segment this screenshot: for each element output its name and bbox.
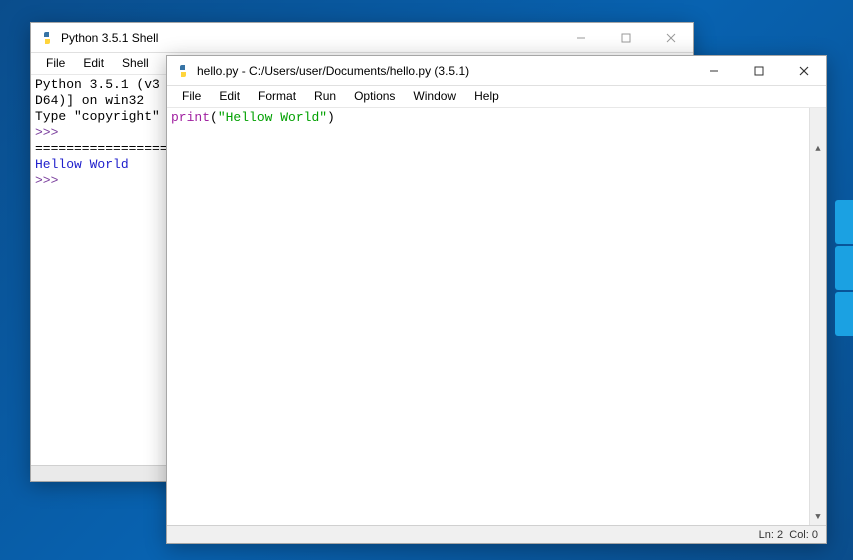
menu-file[interactable]: File: [173, 86, 210, 107]
shell-title-text: Python 3.5.1 Shell: [61, 31, 558, 45]
menu-edit[interactable]: Edit: [74, 53, 113, 74]
taskbar-edge: [835, 200, 853, 560]
shell-prompt: >>>: [35, 173, 66, 188]
python-icon: [175, 63, 191, 79]
status-ln-value: 2: [777, 529, 783, 541]
menu-options[interactable]: Options: [345, 86, 404, 107]
code-str: "Hellow World": [218, 110, 327, 125]
menu-file[interactable]: File: [37, 53, 74, 74]
menu-edit[interactable]: Edit: [210, 86, 249, 107]
scroll-up-icon[interactable]: ▲: [810, 140, 826, 157]
menu-help[interactable]: Help: [465, 86, 508, 107]
minimize-button[interactable]: [558, 23, 603, 52]
maximize-button[interactable]: [603, 23, 648, 52]
editor-titlebar[interactable]: hello.py - C:/Users/user/Documents/hello…: [167, 56, 826, 86]
shell-banner-line2: D64)] on win32: [35, 93, 144, 108]
code-paren-open: (: [210, 110, 218, 125]
shell-banner-line3: Type "copyright": [35, 109, 160, 124]
close-button[interactable]: [648, 23, 693, 52]
editor-menubar: File Edit Format Run Options Window Help: [167, 86, 826, 108]
shell-banner-line1: Python 3.5.1 (v3: [35, 77, 160, 92]
minimize-button[interactable]: [691, 56, 736, 85]
menu-format[interactable]: Format: [249, 86, 305, 107]
menu-shell[interactable]: Shell: [113, 53, 158, 74]
code-paren-close: ): [327, 110, 335, 125]
taskbar-tile[interactable]: [835, 246, 853, 290]
taskbar-tile[interactable]: [835, 292, 853, 336]
status-col-label: Col:: [789, 529, 809, 541]
scroll-down-icon[interactable]: ▼: [810, 508, 826, 525]
menu-window[interactable]: Window: [404, 86, 465, 107]
status-col-value: 0: [812, 529, 818, 541]
taskbar-tile[interactable]: [835, 200, 853, 244]
editor-window: hello.py - C:/Users/user/Documents/hello…: [166, 55, 827, 544]
close-button[interactable]: [781, 56, 826, 85]
code-fn: print: [171, 110, 210, 125]
status-ln-label: Ln:: [759, 529, 774, 541]
menu-run[interactable]: Run: [305, 86, 345, 107]
shell-prompt: >>>: [35, 125, 66, 140]
maximize-button[interactable]: [736, 56, 781, 85]
shell-window-controls: [558, 23, 693, 52]
shell-output: Hellow World: [35, 157, 129, 172]
python-icon: [39, 30, 55, 46]
editor-statusbar: Ln: 2 Col: 0: [167, 525, 826, 543]
vertical-scrollbar[interactable]: ▲ ▼: [809, 108, 826, 525]
editor-window-controls: [691, 56, 826, 85]
editor-content[interactable]: print("Hellow World") ▲ ▼: [167, 108, 826, 525]
shell-titlebar[interactable]: Python 3.5.1 Shell: [31, 23, 693, 53]
editor-title-text: hello.py - C:/Users/user/Documents/hello…: [197, 64, 691, 78]
